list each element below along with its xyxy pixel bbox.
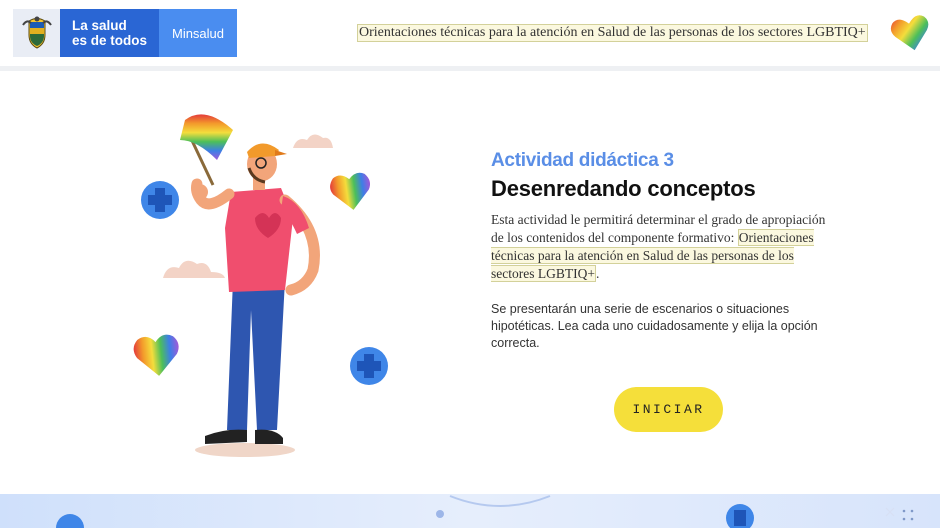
blue-cross-icon (56, 514, 84, 528)
pride-illustration (125, 100, 405, 465)
header-divider (0, 66, 940, 71)
course-title: Orientaciones técnicas para la atención … (357, 24, 868, 42)
colombia-shield-icon (13, 9, 60, 57)
activity-instructions: Se presentarán una serie de escenarios o… (491, 302, 818, 350)
blue-cross-icon (141, 181, 179, 219)
footer-band (0, 494, 940, 528)
blue-cross-icon (350, 347, 388, 385)
start-button[interactable]: INICIAR (614, 387, 723, 432)
header: La salud es de todos Minsalud Orientacio… (0, 0, 940, 66)
rainbow-heart-icon (133, 334, 179, 376)
rainbow-heart-icon (330, 172, 371, 210)
description-end: . (595, 266, 600, 281)
activity-description: Esta actividad le permitirá determinar e… (491, 211, 836, 283)
page: La salud es de todos Minsalud Orientacio… (0, 0, 940, 528)
expand-icon (885, 507, 895, 517)
activity-number: Actividad didáctica 3 (491, 150, 674, 171)
activity-panel: Actividad didáctica 3 Desenredando conce… (491, 150, 836, 352)
dots-icon (902, 509, 914, 521)
brand-name: La salud es de todos (60, 9, 159, 57)
activity-title: Desenredando conceptos (491, 176, 756, 201)
brand-logo[interactable]: La salud es de todos Minsalud (13, 9, 237, 57)
brand-line-1: La salud (72, 18, 127, 33)
rainbow-heart-icon (888, 12, 934, 54)
brand-line-2: es de todos (72, 33, 148, 48)
ministry-label: Minsalud (159, 9, 237, 57)
